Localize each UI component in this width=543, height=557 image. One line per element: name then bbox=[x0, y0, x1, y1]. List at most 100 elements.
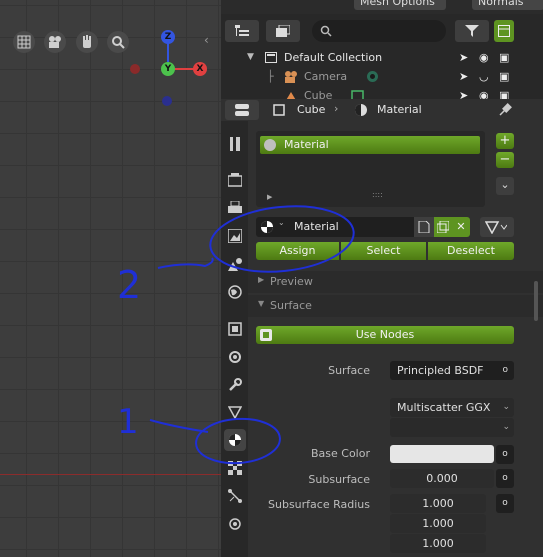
physics-orbit-icon bbox=[229, 518, 241, 530]
y-label: Y bbox=[164, 64, 172, 74]
material-slot-item[interactable]: Material bbox=[260, 136, 480, 154]
distribution-dropdown[interactable]: Multiscatter GGX ⌄ bbox=[390, 398, 514, 417]
slot-specials-dropdown[interactable]: ⌄ bbox=[496, 177, 514, 195]
fake-user-button[interactable] bbox=[414, 217, 434, 237]
mesh-options-label: Mesh Options bbox=[360, 0, 435, 8]
radius-socket-button[interactable]: o bbox=[496, 494, 514, 513]
subsurface-label: Subsurface bbox=[308, 473, 370, 486]
preview-section-header[interactable]: ▶ Preview bbox=[248, 271, 543, 293]
display-mode-dropdown[interactable] bbox=[225, 20, 259, 42]
tab-scene[interactable] bbox=[224, 253, 246, 275]
socket-dot-icon: o bbox=[502, 498, 508, 508]
expand-arrow-icon[interactable]: ▼ bbox=[247, 48, 254, 67]
properties-editor-icon bbox=[235, 104, 249, 116]
assign-button[interactable]: Assign bbox=[256, 242, 339, 260]
assign-row: Assign Select Deselect bbox=[256, 242, 514, 262]
node-tree-icon bbox=[260, 329, 272, 341]
minus-icon: − bbox=[499, 152, 511, 167]
base-color-socket-button[interactable]: o bbox=[496, 445, 514, 464]
duplicate-material-button[interactable] bbox=[434, 217, 452, 237]
tool-icon bbox=[230, 137, 240, 151]
use-nodes-button[interactable]: Use Nodes bbox=[256, 326, 514, 344]
select-arrow-icon[interactable]: ➤ bbox=[459, 48, 468, 67]
mesh-options-dropdown[interactable]: Mesh Options bbox=[354, 0, 446, 10]
gizmo-y-axis[interactable]: Y bbox=[161, 62, 175, 76]
new-collection-button[interactable] bbox=[494, 20, 514, 42]
chevron-down-icon: ⌄ bbox=[500, 178, 510, 191]
subsurface-socket-button[interactable]: o bbox=[496, 469, 514, 488]
tab-texture[interactable] bbox=[224, 457, 246, 479]
surface-shader-field[interactable]: Principled BSDF o bbox=[390, 361, 514, 380]
camera-view-icon[interactable] bbox=[44, 31, 66, 53]
tab-physics[interactable] bbox=[224, 485, 246, 507]
visibility-closed-eye-icon[interactable]: ◡ bbox=[479, 67, 489, 86]
filter-dropdown[interactable] bbox=[455, 20, 489, 42]
tab-particles-wrench[interactable] bbox=[224, 374, 246, 396]
select-button[interactable]: Select bbox=[341, 242, 426, 260]
material-browse-icon[interactable] bbox=[260, 220, 274, 234]
outliner: ▼ Default Collection ➤ ◉ ▣ ├ Camera ➤ ◡ … bbox=[221, 14, 543, 99]
view-layer-icon bbox=[228, 229, 242, 243]
outliner-row-label: Camera bbox=[304, 70, 348, 83]
visibility-eye-icon[interactable]: ◉ bbox=[479, 86, 489, 99]
pin-icon[interactable] bbox=[498, 103, 512, 117]
tab-modifiers[interactable] bbox=[224, 346, 246, 368]
subsurface-radius-y[interactable]: 1.000 bbox=[390, 514, 486, 533]
collection-box-icon bbox=[265, 52, 277, 63]
properties-header: Cube › Material bbox=[221, 99, 543, 121]
surface-shader-value: Principled BSDF bbox=[397, 364, 484, 377]
select-label: Select bbox=[366, 244, 401, 257]
editor-type-dropdown[interactable] bbox=[225, 100, 259, 120]
outliner-row-camera[interactable]: ├ Camera ➤ ◡ ▣ bbox=[221, 67, 543, 86]
tab-view-layer[interactable] bbox=[224, 225, 246, 247]
add-material-slot-button[interactable]: + bbox=[496, 133, 514, 149]
tab-object-data[interactable] bbox=[224, 513, 246, 535]
surface-section-header[interactable]: ▼ Surface bbox=[248, 295, 543, 317]
gizmo-z-axis[interactable]: Z bbox=[161, 30, 175, 44]
subsurface-method-dropdown[interactable]: ⌄ bbox=[390, 418, 514, 437]
pan-hand-icon[interactable] bbox=[76, 31, 98, 53]
image-stack-icon bbox=[276, 25, 290, 37]
tab-tool[interactable] bbox=[224, 133, 246, 155]
link-mode-dropdown[interactable] bbox=[480, 217, 514, 237]
filter-view-button[interactable] bbox=[266, 20, 300, 42]
outliner-row-cube[interactable]: Cube ➤ ◉ ▣ bbox=[221, 86, 543, 99]
render-camera-icon[interactable]: ▣ bbox=[499, 67, 509, 86]
tab-object[interactable] bbox=[224, 318, 246, 340]
tab-render[interactable] bbox=[224, 169, 246, 191]
3d-viewport[interactable]: ‹ Z Y X bbox=[0, 0, 221, 557]
outliner-row-default-collection[interactable]: ▼ Default Collection ➤ ◉ ▣ bbox=[221, 48, 543, 67]
render-camera-icon[interactable]: ▣ bbox=[499, 86, 509, 99]
subsurface-value-field[interactable]: 0.000 bbox=[390, 469, 494, 488]
properties-scrollbar[interactable] bbox=[534, 281, 538, 321]
material-slot-list[interactable]: Material ▶ :::: bbox=[256, 131, 485, 207]
select-arrow-icon[interactable]: ➤ bbox=[459, 67, 468, 86]
normals-label: Normals bbox=[478, 0, 524, 8]
subsurface-radius-z[interactable]: 1.000 bbox=[390, 534, 486, 553]
gizmo-x-axis[interactable]: X bbox=[193, 62, 207, 76]
unlink-material-button[interactable]: ✕ bbox=[452, 217, 470, 237]
base-color-swatch[interactable] bbox=[390, 445, 494, 463]
mesh-object-icon bbox=[286, 92, 296, 99]
select-arrow-icon[interactable]: ➤ bbox=[459, 86, 468, 99]
list-expand-arrow-icon[interactable]: ▶ bbox=[267, 193, 272, 201]
tab-output[interactable] bbox=[224, 197, 246, 219]
tab-world[interactable] bbox=[224, 281, 246, 303]
tab-data[interactable] bbox=[224, 401, 246, 423]
remove-material-slot-button[interactable]: − bbox=[496, 152, 514, 168]
render-camera-icon[interactable]: ▣ bbox=[499, 48, 509, 67]
camera-data-icon bbox=[367, 71, 378, 82]
resize-grip[interactable]: :::: bbox=[372, 190, 383, 199]
deselect-button[interactable]: Deselect bbox=[428, 242, 514, 260]
x-axis-line bbox=[0, 474, 221, 475]
socket-dot-icon[interactable]: o bbox=[502, 361, 508, 380]
subsurface-radius-x[interactable]: 1.000 bbox=[390, 494, 486, 513]
modifier-icon bbox=[229, 351, 241, 363]
visibility-eye-icon[interactable]: ◉ bbox=[479, 48, 489, 67]
grid-toggle-icon[interactable] bbox=[13, 31, 35, 53]
breadcrumb-material: Material bbox=[377, 103, 422, 116]
outliner-search-input[interactable] bbox=[312, 20, 446, 42]
normals-dropdown[interactable]: Normals bbox=[472, 0, 543, 10]
material-name-field[interactable]: Material bbox=[294, 220, 339, 233]
tab-material[interactable] bbox=[224, 429, 246, 451]
